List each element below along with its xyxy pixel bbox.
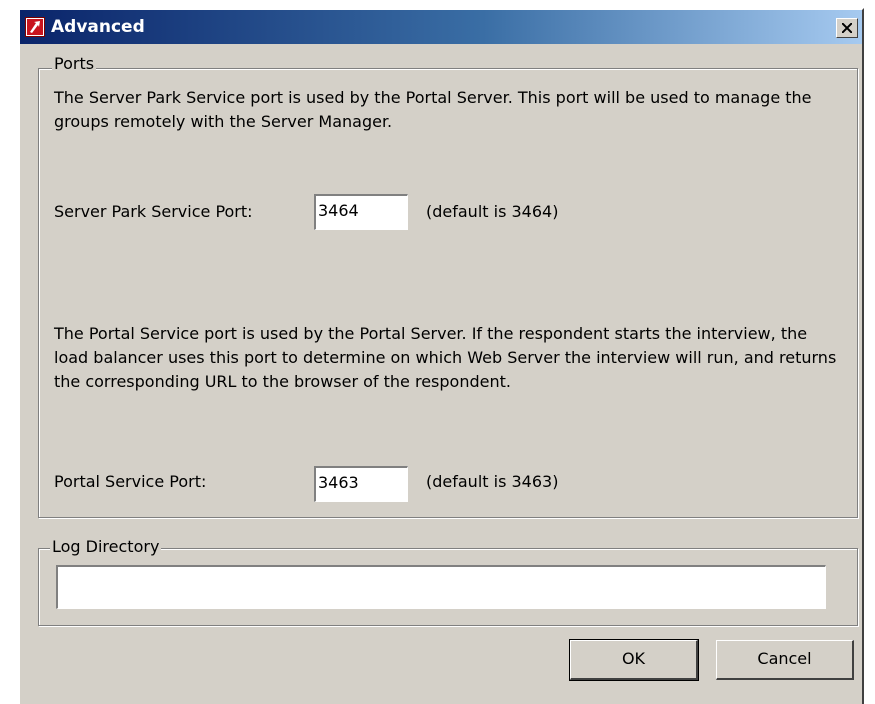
log-directory-input[interactable]: [56, 565, 826, 609]
server-park-port-input[interactable]: 3464: [314, 194, 408, 230]
cancel-button[interactable]: Cancel: [716, 640, 854, 680]
server-park-default-note: (default is 3464): [426, 202, 559, 221]
ports-legend: Ports: [52, 54, 97, 74]
portal-default-note: (default is 3463): [426, 472, 559, 491]
portal-description: The Portal Service port is used by the P…: [54, 324, 837, 391]
portal-port-input[interactable]: 3463: [314, 466, 408, 502]
app-logo-icon: [25, 17, 45, 37]
portal-port-label: Portal Service Port:: [54, 472, 207, 491]
ok-button[interactable]: OK: [569, 639, 699, 681]
close-button[interactable]: [836, 18, 858, 38]
server-park-description: The Server Park Service port is used by …: [54, 88, 812, 131]
log-directory-legend: Log Directory: [50, 537, 162, 557]
ports-group: [38, 68, 858, 518]
title-bar[interactable]: Advanced: [20, 10, 862, 44]
window-title: Advanced: [51, 17, 145, 37]
server-park-port-label: Server Park Service Port:: [54, 202, 253, 221]
advanced-dialog: Advanced Ports The Server Park Service p…: [18, 8, 864, 704]
close-icon: [842, 23, 852, 33]
